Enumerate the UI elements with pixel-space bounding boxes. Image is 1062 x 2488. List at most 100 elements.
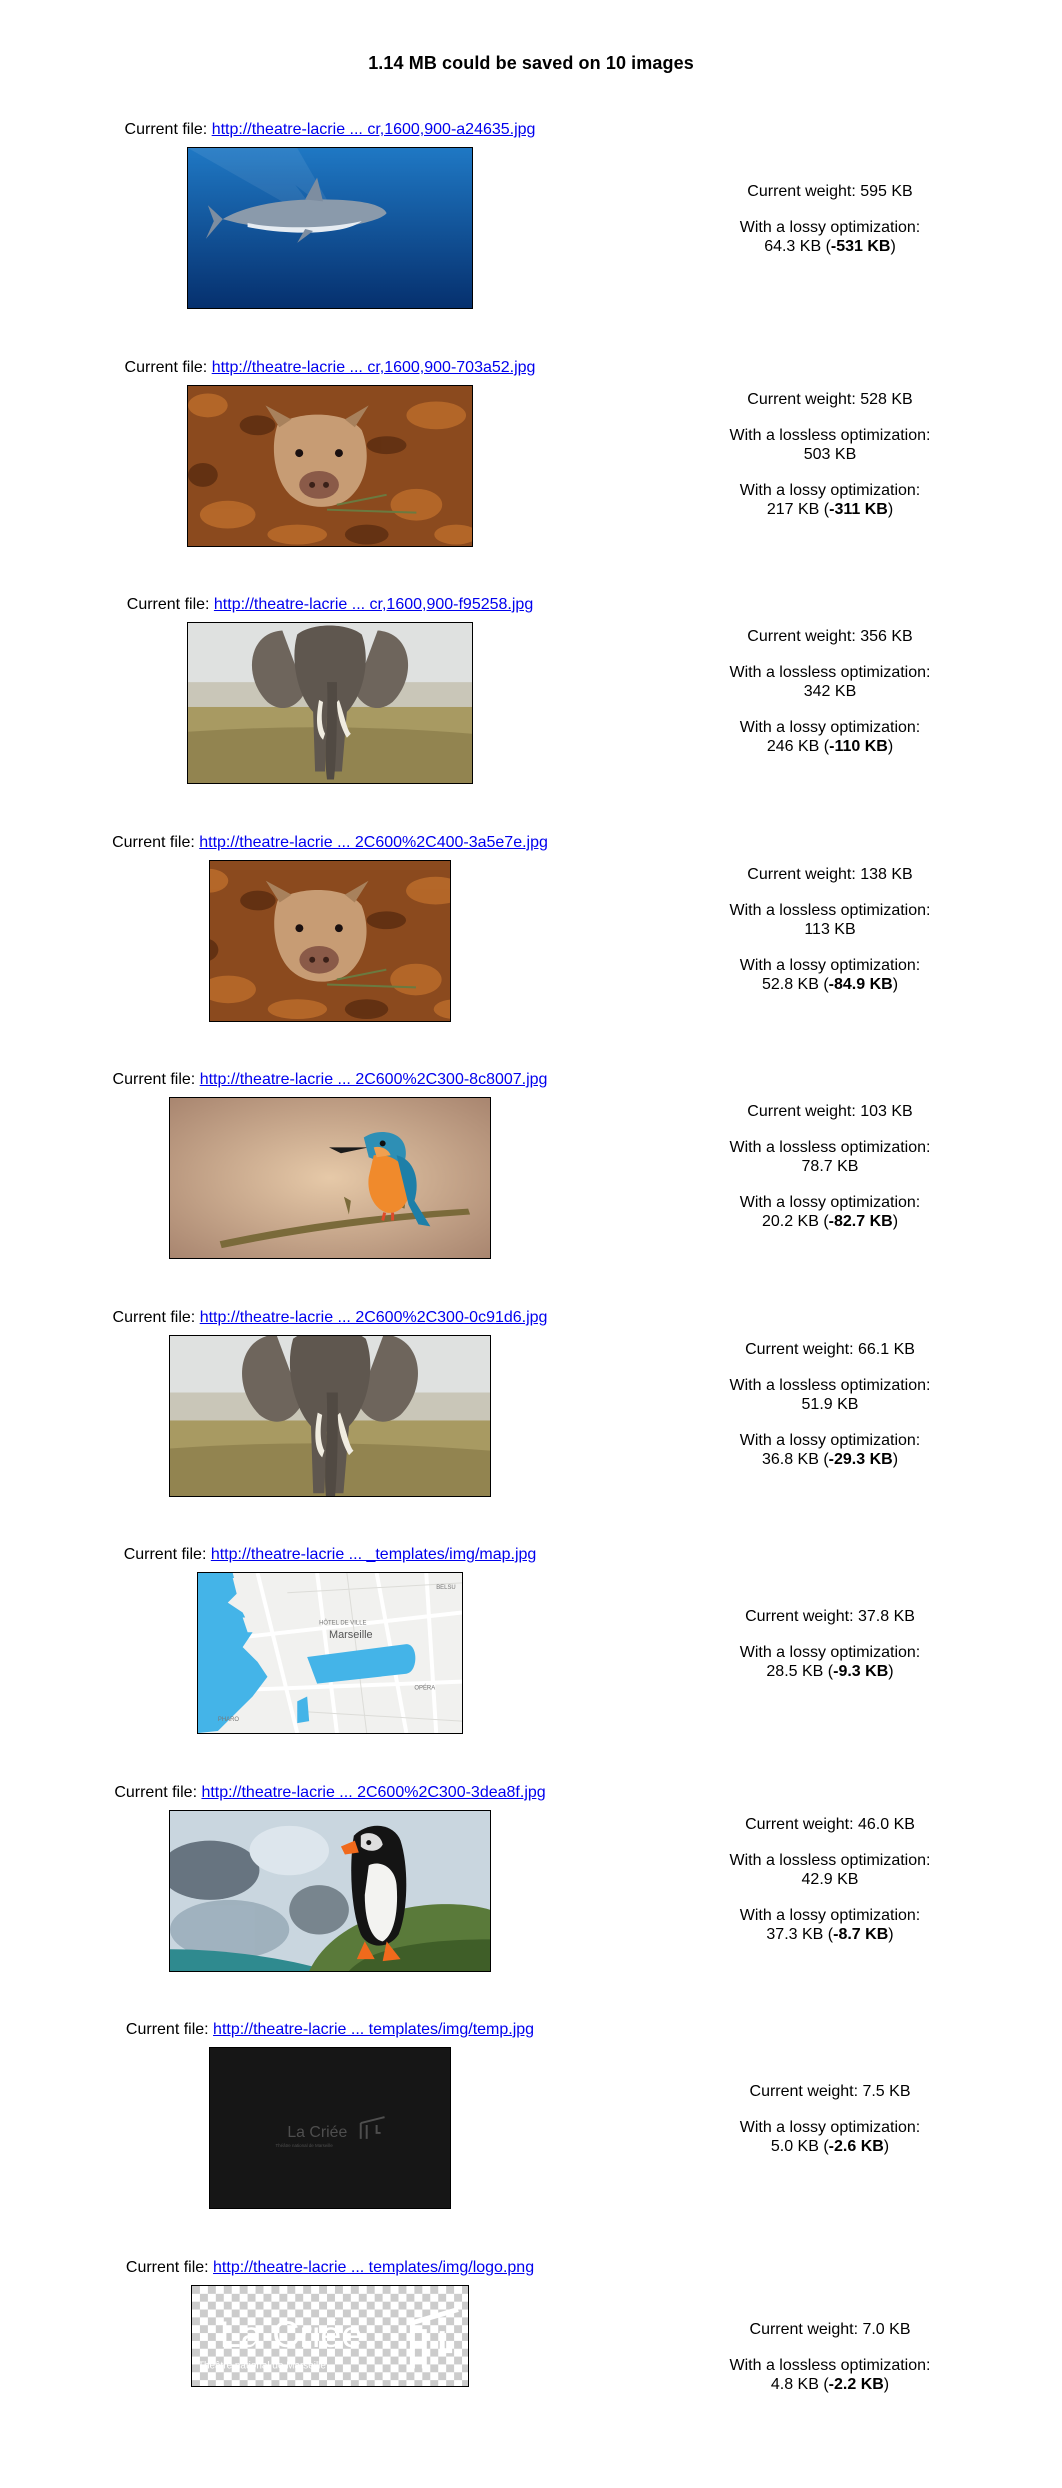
image-file-link[interactable]: http://theatre-lacrie ... cr,1600,900-f9… bbox=[214, 596, 533, 613]
lossless-optimization: With a lossless optimization: 113 KB bbox=[729, 902, 931, 938]
image-thumbnail-map: HÔTEL DE VILLE Marseille BELSU OPÉRA PHA… bbox=[197, 1572, 463, 1734]
image-file-link[interactable]: http://theatre-lacrie ... 2C600%2C300-0c… bbox=[200, 1309, 548, 1326]
current-weight: Current weight: 356 KB bbox=[747, 628, 913, 645]
image-entry: Current file: http://theatre-lacrie ... … bbox=[0, 2020, 1062, 2250]
image-file-link[interactable]: http://theatre-lacrie ... templates/img/… bbox=[213, 2021, 534, 2038]
lossless-optimization: With a lossless optimization: 503 KB bbox=[729, 427, 931, 463]
optimization-stats: Current weight: 528 KB With a lossless o… bbox=[700, 390, 960, 536]
lossless-optimization: With a lossless optimization: 51.9 KB bbox=[729, 1377, 931, 1413]
optimization-stats: Current weight: 7.0 KB With a lossless o… bbox=[700, 2320, 960, 2411]
image-entry: Current file: http://theatre-lacrie ... … bbox=[0, 595, 1062, 825]
logo-brand: La Criée bbox=[220, 2313, 363, 2355]
image-thumbnail-puffin bbox=[169, 1810, 491, 1972]
current-file-line: Current file: http://theatre-lacrie ... … bbox=[114, 1784, 546, 1801]
current-weight: Current weight: 7.5 KB bbox=[749, 2083, 911, 2100]
image-thumbnail-logo: La Criée Théâtre national de Marseille bbox=[191, 2285, 469, 2387]
image-file-block: Current file: http://theatre-lacrie ... … bbox=[70, 595, 590, 784]
optimization-stats: Current weight: 66.1 KB With a lossless … bbox=[700, 1340, 960, 1486]
current-file-line: Current file: http://theatre-lacrie ... … bbox=[112, 834, 548, 851]
saving-amount: -82.7 KB bbox=[828, 1213, 893, 1230]
image-file-block: Current file: http://theatre-lacrie ... … bbox=[70, 1308, 590, 1497]
current-file-line: Current file: http://theatre-lacrie ... … bbox=[124, 121, 536, 138]
image-entry: Current file: http://theatre-lacrie ... … bbox=[0, 2258, 1062, 2488]
image-thumbnail-temp: La Criée Théâtre national de Marseille bbox=[209, 2047, 451, 2209]
current-weight: Current weight: 37.8 KB bbox=[745, 1608, 915, 1625]
lossy-optimization: With a lossy optimization: 64.3 KB (-531 … bbox=[739, 219, 921, 255]
map-label-opera: OPÉRA bbox=[414, 1685, 435, 1692]
optimization-stats: Current weight: 7.5 KB With a lossy opti… bbox=[700, 2082, 960, 2173]
image-file-link[interactable]: http://theatre-lacrie ... cr,1600,900-70… bbox=[212, 359, 536, 376]
lossy-optimization: With a lossy optimization: 52.8 KB (-84.9… bbox=[739, 957, 921, 993]
image-file-block: Current file: http://theatre-lacrie ... … bbox=[70, 2020, 590, 2209]
current-weight: Current weight: 595 KB bbox=[747, 183, 913, 200]
current-file-line: Current file: http://theatre-lacrie ... … bbox=[112, 1309, 548, 1326]
lossy-optimization: With a lossy optimization: 217 KB (-311 K… bbox=[739, 482, 921, 518]
image-file-block: Current file: http://theatre-lacrie ... … bbox=[70, 2258, 590, 2387]
temp-brand: La Criée bbox=[287, 2124, 347, 2141]
image-entry: Current file: http://theatre-lacrie ... … bbox=[0, 358, 1062, 588]
current-file-line: Current file: http://theatre-lacrie ... … bbox=[123, 1546, 537, 1563]
optimization-stats: Current weight: 103 KB With a lossless o… bbox=[700, 1102, 960, 1248]
map-label-hotel: HÔTEL DE VILLE bbox=[319, 1619, 366, 1626]
lossy-optimization: With a lossy optimization: 20.2 KB (-82.7… bbox=[739, 1194, 921, 1230]
lossy-optimization: With a lossy optimization: 36.8 KB (-29.3… bbox=[739, 1432, 921, 1468]
current-weight: Current weight: 66.1 KB bbox=[745, 1341, 915, 1358]
image-file-link[interactable]: http://theatre-lacrie ... 2C600%2C400-3a… bbox=[199, 834, 548, 851]
image-entry: Current file: http://theatre-lacrie ... … bbox=[0, 120, 1062, 350]
image-file-link[interactable]: http://theatre-lacrie ... templates/img/… bbox=[213, 2259, 534, 2276]
lossy-optimization: With a lossy optimization: 5.0 KB (-2.6 K… bbox=[739, 2119, 921, 2155]
logo-subtitle: Théâtre national de Marseille bbox=[198, 2360, 326, 2371]
map-label-city: Marseille bbox=[329, 1629, 373, 1641]
saving-amount: -2.6 KB bbox=[828, 2138, 884, 2155]
current-weight: Current weight: 7.0 KB bbox=[749, 2321, 911, 2338]
current-weight: Current weight: 138 KB bbox=[747, 866, 913, 883]
saving-amount: -29.3 KB bbox=[828, 1451, 893, 1468]
image-file-block: Current file: http://theatre-lacrie ... … bbox=[70, 358, 590, 547]
saving-amount: -311 KB bbox=[829, 501, 888, 518]
current-file-line: Current file: http://theatre-lacrie ... … bbox=[126, 596, 534, 613]
current-weight: Current weight: 528 KB bbox=[747, 391, 913, 408]
image-thumbnail-boar bbox=[187, 385, 473, 547]
lossy-optimization: With a lossy optimization: 28.5 KB (-9.3 … bbox=[739, 1644, 921, 1680]
optimization-stats: Current weight: 138 KB With a lossless o… bbox=[700, 865, 960, 1011]
saving-amount: -84.9 KB bbox=[828, 976, 893, 993]
saving-amount: -9.3 KB bbox=[833, 1663, 889, 1680]
temp-subtitle: Théâtre national de Marseille bbox=[275, 2143, 333, 2148]
lossless-optimization: With a lossless optimization: 4.8 KB (-2.… bbox=[729, 2357, 931, 2393]
image-thumbnail-shark bbox=[187, 147, 473, 309]
lossless-optimization: With a lossless optimization: 78.7 KB bbox=[729, 1139, 931, 1175]
image-file-link[interactable]: http://theatre-lacrie ... 2C600%2C300-8c… bbox=[200, 1071, 548, 1088]
current-file-line: Current file: http://theatre-lacrie ... … bbox=[124, 359, 536, 376]
current-file-line: Current file: http://theatre-lacrie ... … bbox=[125, 2021, 535, 2038]
saving-amount: -8.7 KB bbox=[833, 1926, 889, 1943]
image-file-link[interactable]: http://theatre-lacrie ... 2C600%2C300-3d… bbox=[201, 1784, 545, 1801]
current-weight: Current weight: 46.0 KB bbox=[745, 1816, 915, 1833]
image-file-link[interactable]: http://theatre-lacrie ... _templates/img… bbox=[211, 1546, 536, 1563]
map-label-pharo: PHARO bbox=[218, 1717, 240, 1723]
optimization-stats: Current weight: 46.0 KB With a lossless … bbox=[700, 1815, 960, 1961]
saving-amount: -110 KB bbox=[829, 738, 888, 755]
image-file-block: Current file: http://theatre-lacrie ... … bbox=[70, 1783, 590, 1972]
optimization-stats: Current weight: 595 KB With a lossy opti… bbox=[700, 182, 960, 273]
map-label-belsu: BELSU bbox=[436, 1585, 456, 1591]
image-entry: Current file: http://theatre-lacrie ... … bbox=[0, 1070, 1062, 1300]
image-thumbnail-kingfisher bbox=[169, 1097, 491, 1259]
image-thumbnail-elephant bbox=[187, 622, 473, 784]
lossy-optimization: With a lossy optimization: 37.3 KB (-8.7 … bbox=[739, 1907, 921, 1943]
lossless-optimization: With a lossless optimization: 42.9 KB bbox=[729, 1852, 931, 1888]
image-entry: Current file: http://theatre-lacrie ... … bbox=[0, 833, 1062, 1063]
image-entry: Current file: http://theatre-lacrie ... … bbox=[0, 1783, 1062, 2013]
image-file-block: Current file: http://theatre-lacrie ... … bbox=[70, 1070, 590, 1259]
image-thumbnail-elephant bbox=[169, 1335, 491, 1497]
current-file-line: Current file: http://theatre-lacrie ... … bbox=[112, 1071, 548, 1088]
image-entry: Current file: http://theatre-lacrie ... … bbox=[0, 1545, 1062, 1775]
image-file-link[interactable]: http://theatre-lacrie ... cr,1600,900-a2… bbox=[212, 121, 536, 138]
saving-amount: -531 KB bbox=[830, 238, 891, 255]
image-thumbnail-boar bbox=[209, 860, 451, 1022]
saving-amount: -2.2 KB bbox=[828, 2376, 884, 2393]
lossless-optimization: With a lossless optimization: 342 KB bbox=[729, 664, 931, 700]
optimization-stats: Current weight: 37.8 KB With a lossy opt… bbox=[700, 1607, 960, 1698]
current-weight: Current weight: 103 KB bbox=[747, 1103, 913, 1120]
lossy-optimization: With a lossy optimization: 246 KB (-110 K… bbox=[739, 719, 921, 755]
current-file-line: Current file: http://theatre-lacrie ... … bbox=[125, 2259, 535, 2276]
